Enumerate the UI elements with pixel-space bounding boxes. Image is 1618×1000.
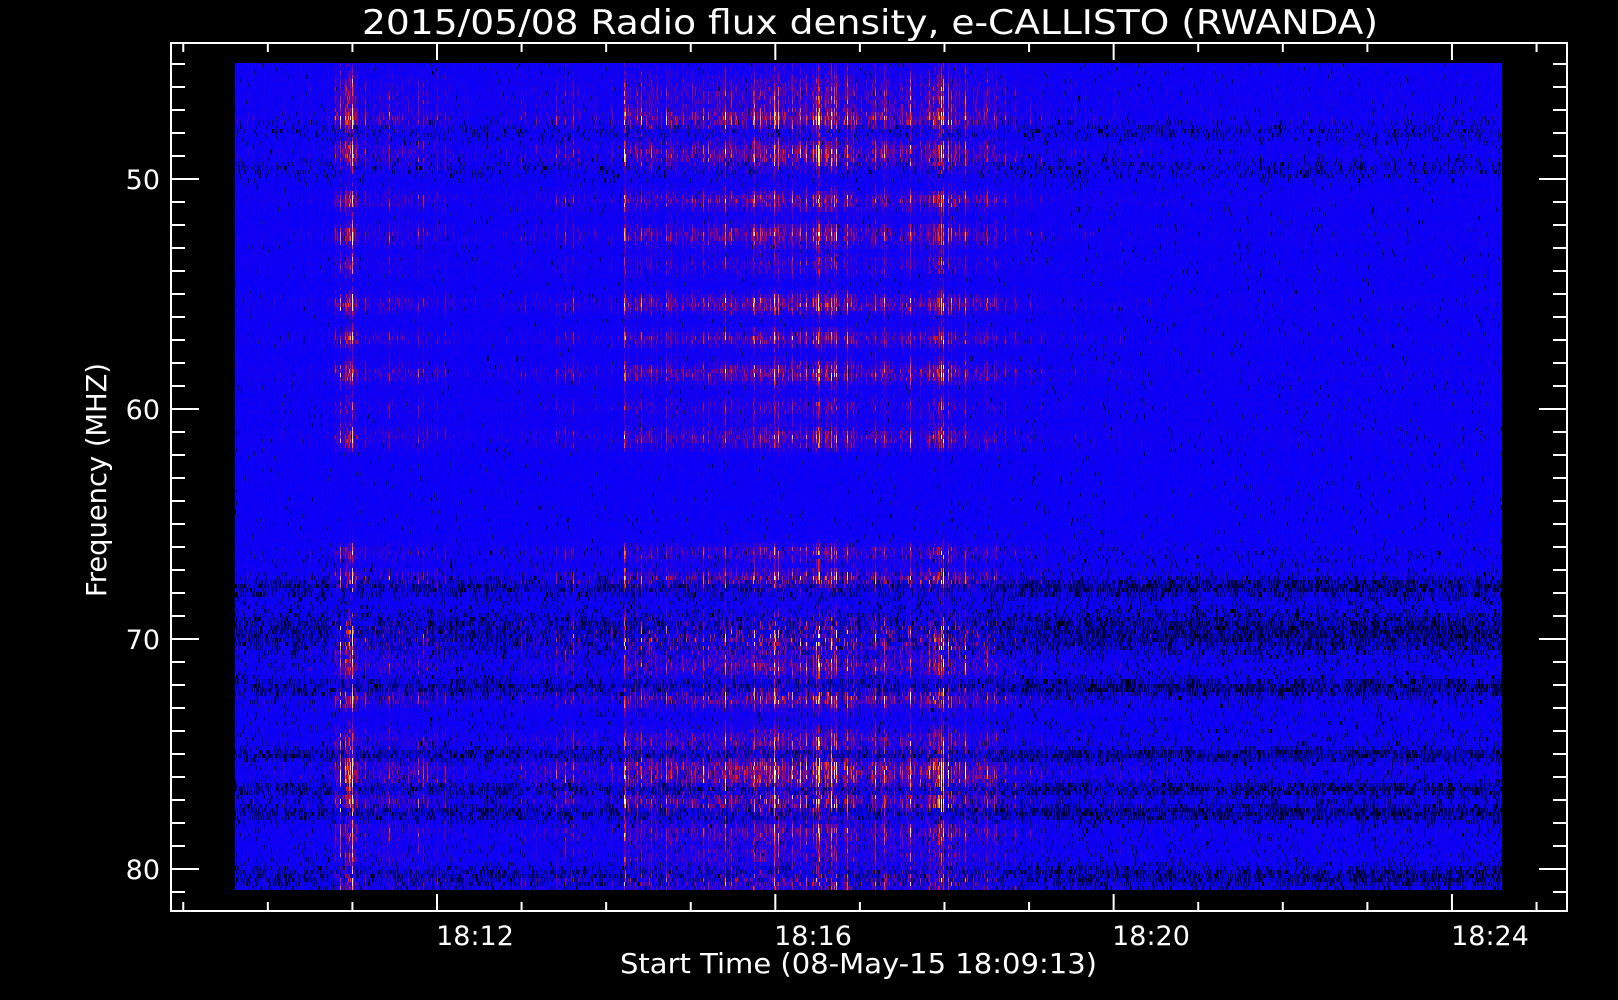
- x-axis-label: Start Time (08-May-15 18:09:13): [620, 947, 1097, 980]
- y-tick-label: 80: [126, 855, 160, 886]
- plot-frame: [170, 42, 1568, 912]
- plot-axes: 2015/05/08 Radio flux density, e-CALLIST…: [80, 3, 1568, 980]
- y-tick-label: 70: [126, 625, 160, 656]
- x-tick-label: 18:16: [774, 921, 852, 952]
- y-tick-label: 50: [126, 165, 160, 196]
- tick-marks: [171, 43, 1567, 911]
- x-tick-label: 18:20: [1112, 921, 1190, 952]
- y-tick-label: 60: [126, 395, 160, 426]
- x-tick-label: 18:12: [436, 921, 514, 952]
- x-tick-label: 18:24: [1451, 921, 1529, 952]
- chart-title: 2015/05/08 Radio flux density, e-CALLIST…: [362, 3, 1378, 43]
- y-axis-label: Frequency (MHZ): [80, 363, 113, 597]
